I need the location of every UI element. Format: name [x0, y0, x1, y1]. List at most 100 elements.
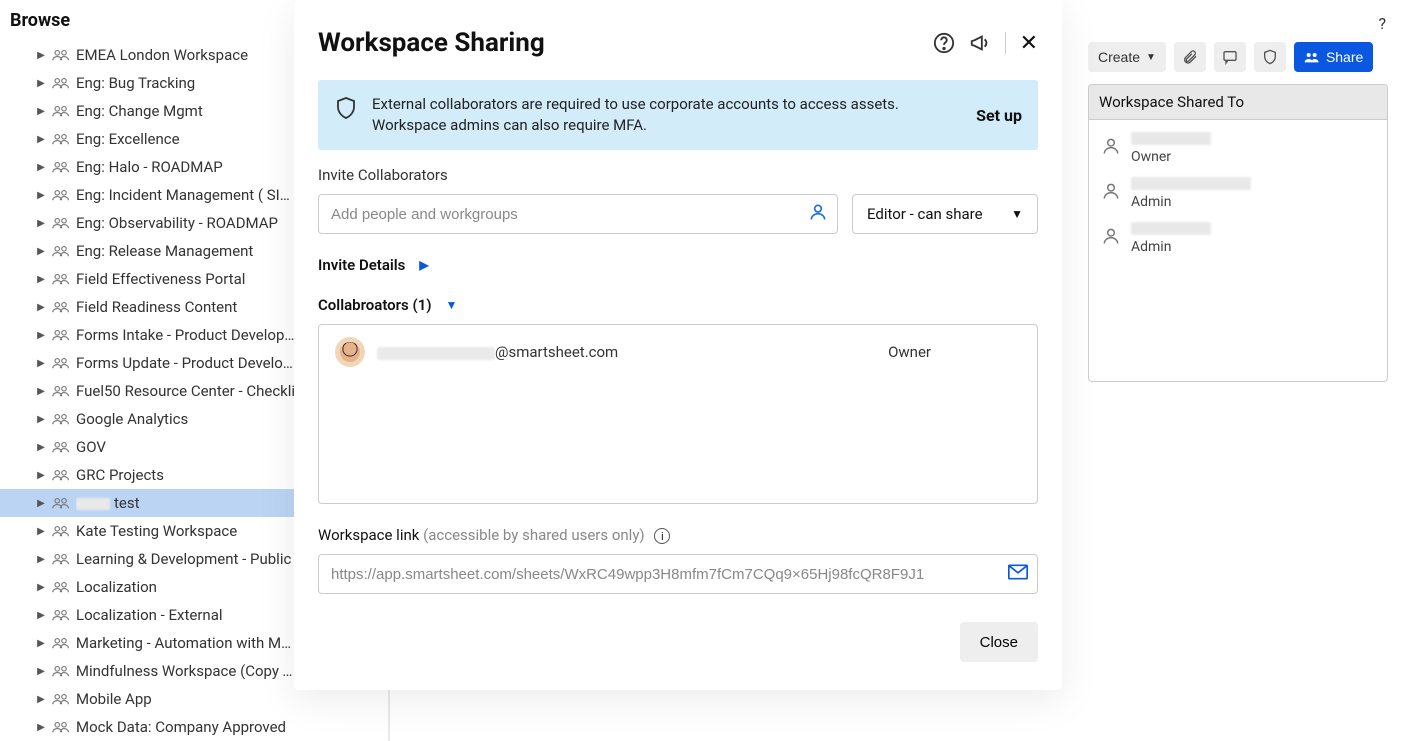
workspace-icon: [52, 160, 70, 174]
attach-button[interactable]: [1174, 42, 1206, 72]
shared-user-role: Admin: [1131, 239, 1211, 255]
role-select-value: Editor - can share: [867, 205, 983, 223]
share-button[interactable]: Share: [1294, 42, 1373, 72]
workspace-tree: ▶ EMEA London Workspace ▶ Eng: Bug Tracking…: [0, 41, 296, 741]
help-icon[interactable]: ?: [1378, 14, 1386, 33]
sidebar-item[interactable]: ▶GOV: [0, 433, 296, 461]
sidebar-item[interactable]: ▶Fuel50 Resource Center - Checkli: [0, 377, 296, 405]
sidebar-item[interactable]: ▶GRC Projects: [0, 461, 296, 489]
caret-right-icon: ▶: [36, 106, 46, 117]
caret-right-icon: ▶: [36, 442, 46, 453]
workspace-icon: [52, 104, 70, 118]
workspace-icon: [52, 496, 70, 510]
invite-details-label: Invite Details: [318, 256, 405, 274]
shared-user-row[interactable]: Admin: [1093, 171, 1383, 216]
sidebar-item-label: test: [76, 494, 140, 512]
caret-right-icon: ▶: [36, 526, 46, 537]
close-icon[interactable]: ✕: [1020, 31, 1038, 56]
email-link-button[interactable]: [1008, 564, 1028, 584]
caret-right-icon: ▶: [36, 554, 46, 565]
workspace-icon: [52, 440, 70, 454]
sidebar-item[interactable]: ▶Mock Data: Company Approved: [0, 713, 296, 741]
sidebar-item[interactable]: ▶Mindfulness Workspace (Copy Th: [0, 657, 296, 685]
workspace-icon: [52, 412, 70, 426]
sidebar-item-label: Fuel50 Resource Center - Checkli: [76, 382, 295, 400]
caret-right-icon: ▶: [36, 162, 46, 173]
sidebar-item-label: Field Effectiveness Portal: [76, 270, 245, 288]
sidebar-item[interactable]: ▶Eng: Change Mgmt: [0, 97, 296, 125]
sidebar-item[interactable]: ▶Field Readiness Content: [0, 293, 296, 321]
sidebar-item[interactable]: ▶Marketing - Automation with Marl: [0, 629, 296, 657]
caret-right-icon: ▶: [36, 694, 46, 705]
close-button[interactable]: Close: [960, 622, 1038, 662]
invite-input[interactable]: [318, 194, 838, 234]
setup-link[interactable]: Set up: [976, 106, 1022, 125]
shield-button[interactable]: [1254, 42, 1286, 72]
caret-right-icon: ▶: [36, 78, 46, 89]
chevron-down-icon: ▼: [1146, 52, 1156, 63]
sidebar-item-label: Localization: [76, 578, 157, 596]
sidebar-item[interactable]: ▶Mobile App: [0, 685, 296, 713]
sidebar-item[interactable]: ▶Eng: Excellence: [0, 125, 296, 153]
sidebar-item-label: EMEA London Workspace: [76, 46, 248, 64]
shared-user-row[interactable]: Owner: [1093, 126, 1383, 171]
sidebar-item-label: Kate Testing Workspace: [76, 522, 237, 540]
help-circle-icon[interactable]: [933, 32, 955, 54]
modal-header: Workspace Sharing ✕: [318, 20, 1038, 66]
collaborators-expander[interactable]: Collabroators (1) ▼: [318, 296, 1038, 314]
sidebar-item[interactable]: ▶ Kate Testing Workspace: [0, 517, 296, 545]
sidebar-item[interactable]: ▶ Google Analytics: [0, 405, 296, 433]
workspace-sharing-modal: Workspace Sharing ✕ External collaborato…: [294, 0, 1062, 690]
sidebar-item[interactable]: ▶Eng: Release Management: [0, 237, 296, 265]
create-button[interactable]: Create ▼: [1088, 42, 1166, 72]
caret-right-icon: ▶: [36, 414, 46, 425]
workspace-icon: [52, 692, 70, 706]
caret-right-icon: ▶: [36, 190, 46, 201]
sidebar-item[interactable]: ▶Field Effectiveness Portal: [0, 265, 296, 293]
redacted-name: [1131, 177, 1251, 190]
sidebar: Browse ▶EMEA London Workspace▶Eng: Bug T…: [0, 0, 296, 741]
sidebar-item-label: Learning & Development - Public: [76, 550, 291, 568]
caret-right-icon: ▶: [36, 498, 46, 509]
avatar: [335, 337, 365, 367]
caret-right-icon: ▶: [36, 330, 46, 341]
toolbar: Create ▼ Share: [1088, 42, 1388, 72]
sidebar-item[interactable]: ▶ Learning & Development - Public: [0, 545, 296, 573]
workspace-icon: [52, 356, 70, 370]
sidebar-item[interactable]: ▶ EMEA London Workspace: [0, 41, 296, 69]
shield-icon: [1262, 49, 1278, 65]
role-select[interactable]: Editor - can share ▼: [852, 194, 1038, 234]
sidebar-item[interactable]: ▶Localization: [0, 573, 296, 601]
info-icon[interactable]: i: [654, 528, 670, 544]
caret-right-icon: ▶: [36, 134, 46, 145]
sidebar-item-label: Eng: Observability - ROADMAP: [76, 214, 278, 232]
sidebar-item[interactable]: ▶Eng: Halo - ROADMAP: [0, 153, 296, 181]
caret-right-icon: ▶: [36, 50, 46, 61]
sidebar-item-label: Eng: Bug Tracking: [76, 74, 195, 92]
announcement-icon[interactable]: [969, 32, 991, 54]
sidebar-item[interactable]: ▶Forms Update - Product Developr: [0, 349, 296, 377]
workspace-icon: [52, 720, 70, 734]
shared-to-panel: Workspace Shared To OwnerAdminAdmin: [1088, 84, 1388, 382]
workspace-icon: [52, 468, 70, 482]
shield-icon: [334, 96, 358, 120]
shared-user-row[interactable]: Admin: [1093, 216, 1383, 261]
sidebar-item[interactable]: ▶Eng: Incident Management ( SIE -: [0, 181, 296, 209]
workspace-icon: [52, 244, 70, 258]
sidebar-item[interactable]: ▶Localization - External: [0, 601, 296, 629]
divider: [1005, 32, 1006, 54]
sidebar-item-label: GRC Projects: [76, 466, 164, 484]
sidebar-item[interactable]: ▶Eng: Observability - ROADMAP: [0, 209, 296, 237]
workspace-icon: [52, 188, 70, 202]
shared-to-header: Workspace Shared To: [1089, 85, 1387, 120]
collaborators-label: Collabroators (1): [318, 296, 432, 314]
sidebar-item[interactable]: ▶ Eng: Bug Tracking: [0, 69, 296, 97]
user-icon: [808, 202, 828, 226]
collaborators-list: @smartsheet.com Owner: [318, 324, 1038, 504]
invite-details-expander[interactable]: Invite Details ▶: [318, 256, 1038, 274]
comment-button[interactable]: [1214, 42, 1246, 72]
sidebar-item[interactable]: ▶Forms Intake - Product Developm: [0, 321, 296, 349]
workspace-link-input[interactable]: [318, 554, 1038, 594]
sidebar-item[interactable]: ▶ test: [0, 489, 296, 517]
sidebar-item-label: Google Analytics: [76, 410, 188, 428]
